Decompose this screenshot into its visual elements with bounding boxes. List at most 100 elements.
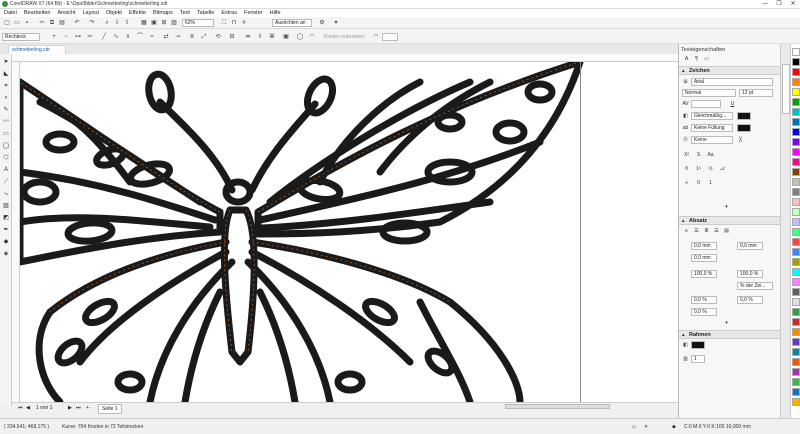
color-swatch[interactable] — [792, 128, 800, 136]
color-swatch[interactable] — [792, 368, 800, 376]
columns-field[interactable]: 1 — [691, 355, 705, 363]
shape-tool-icon[interactable]: ◣ — [2, 70, 10, 78]
strikethrough-icon[interactable]: S — [695, 152, 702, 159]
color-swatch[interactable] — [792, 188, 800, 196]
color-swatch[interactable] — [792, 278, 800, 286]
grid-icon[interactable]: # — [240, 19, 248, 27]
kerning-field[interactable] — [691, 100, 721, 108]
eyedropper-tool-icon[interactable]: ✒ — [2, 226, 10, 234]
character-tab-icon[interactable]: A — [683, 56, 690, 63]
color-swatch[interactable] — [792, 178, 800, 186]
parallel-dimension-icon[interactable]: ⟋ — [2, 178, 10, 186]
maximize-button[interactable]: ❐ — [772, 0, 786, 9]
reflect-vertical-icon[interactable]: ⇳ — [256, 33, 264, 41]
color-swatch[interactable] — [792, 118, 800, 126]
node-add-icon[interactable]: + — [50, 33, 58, 41]
background-fill-icon[interactable]: ab — [682, 125, 689, 132]
smoothness-field[interactable] — [382, 33, 398, 41]
line-spacing-field[interactable]: 100,0 % — [691, 270, 717, 278]
symmetric-node-icon[interactable]: ≈ — [148, 33, 156, 41]
pick-tool-icon[interactable]: ➤ — [2, 58, 10, 66]
columns-icon[interactable]: ▥ — [682, 356, 689, 363]
fill-color-swatch[interactable] — [737, 112, 751, 120]
color-swatch[interactable] — [792, 318, 800, 326]
frame-tab-icon[interactable]: ▭ — [703, 56, 710, 63]
oldstyle-numerals-icon[interactable]: 0 — [695, 180, 702, 187]
space-after-field[interactable]: 0,0 % — [737, 296, 763, 304]
align-nodes-icon[interactable]: ⊟ — [228, 33, 236, 41]
menu-ansicht[interactable]: Ansicht — [57, 9, 75, 17]
add-page-icon[interactable]: + — [86, 404, 89, 412]
outline-width-select[interactable]: Keine — [691, 136, 733, 144]
import-icon[interactable]: ⇩ — [113, 19, 121, 27]
drawing-canvas[interactable] — [20, 62, 678, 402]
export-icon[interactable]: ⇧ — [123, 19, 131, 27]
color-swatch[interactable] — [792, 58, 800, 66]
space-before-field[interactable]: 0,0 % — [691, 296, 717, 304]
tab-object-properties[interactable] — [782, 64, 790, 114]
frame-fill-swatch[interactable] — [691, 341, 705, 349]
full-screen-icon[interactable]: ⛶ — [220, 19, 228, 27]
menu-objekt[interactable]: Objekt — [106, 9, 122, 17]
open-curve-icon[interactable]: ◠ — [308, 33, 316, 41]
zoom-tool-icon[interactable]: ⌕ — [2, 94, 10, 102]
next-page-icon[interactable]: ▶ — [68, 404, 72, 412]
color-swatch[interactable] — [792, 148, 800, 156]
swash-icon[interactable]: 𝒜 — [719, 166, 726, 173]
color-swatch[interactable] — [792, 378, 800, 386]
color-swatch[interactable] — [792, 258, 800, 266]
outline-color-icon[interactable]: ╳ — [737, 137, 744, 144]
reduce-nodes-label[interactable]: Knoten reduzieren — [324, 34, 365, 40]
section-absatz[interactable]: ▴ Absatz — [679, 216, 781, 225]
color-swatch[interactable] — [792, 288, 800, 296]
menu-bitmaps[interactable]: Bitmaps — [153, 9, 173, 17]
superscript-icon[interactable]: X² — [683, 152, 690, 159]
color-swatch[interactable] — [792, 88, 800, 96]
reverse-direction-icon[interactable]: ⇄ — [162, 33, 170, 41]
color-swatch[interactable] — [792, 228, 800, 236]
menu-fenster[interactable]: Fenster — [244, 9, 263, 17]
zoom-level-select[interactable]: 62% — [182, 19, 214, 27]
to-curve-icon[interactable]: ∿ — [112, 33, 120, 41]
color-swatch[interactable] — [792, 308, 800, 316]
interactive-fill-icon[interactable]: ◆ — [2, 238, 10, 246]
page-tab-seite-1[interactable]: Seite 1 — [98, 404, 122, 414]
word-spacing-field[interactable]: 0,0 % — [691, 308, 717, 316]
horizontal-scrollbar[interactable] — [505, 404, 610, 409]
connector-tool-icon[interactable]: ⤷ — [2, 190, 10, 198]
fraction-icon[interactable]: ½ — [707, 166, 714, 173]
vertical-ruler[interactable] — [12, 62, 20, 406]
color-swatch[interactable] — [792, 108, 800, 116]
color-swatch[interactable] — [792, 348, 800, 356]
menu-extras[interactable]: Extras — [221, 9, 237, 17]
ligature-icon[interactable]: ﬁ — [683, 166, 690, 173]
save-icon[interactable]: ▪ — [23, 19, 31, 27]
expand-more-icon[interactable]: ▾ — [723, 204, 730, 211]
small-caps-icon[interactable]: ᴀ — [683, 180, 690, 187]
smart-fill-icon[interactable]: ◈ — [2, 250, 10, 258]
corel-connect-icon[interactable]: ⊞ — [160, 19, 168, 27]
color-swatch[interactable] — [792, 68, 800, 76]
reflect-horizontal-icon[interactable]: ⇹ — [244, 33, 252, 41]
smoothness-icon[interactable]: ◠ — [372, 33, 380, 41]
color-swatch[interactable] — [792, 338, 800, 346]
prev-page-icon[interactable]: ◀ — [26, 404, 30, 412]
menu-bearbeiten[interactable]: Bearbeiten — [24, 9, 51, 17]
tab-schmetterling[interactable]: schmetterling.cdr — [8, 45, 66, 54]
align-none-icon[interactable]: ≡ — [683, 228, 690, 235]
join-nodes-icon[interactable]: ⊶ — [74, 33, 82, 41]
stretch-nodes-icon[interactable]: ⤢ — [200, 33, 208, 41]
section-rahmen[interactable]: ▴ Rahmen — [679, 330, 781, 339]
first-page-icon[interactable]: ⏮ — [18, 404, 23, 412]
close-button[interactable]: ✕ — [786, 0, 800, 9]
snap-to-select[interactable]: Ausrichten an — [272, 19, 312, 27]
menu-hilfe[interactable]: Hilfe — [270, 9, 281, 17]
kerning-icon[interactable]: AV — [682, 101, 689, 108]
background-fill-select[interactable]: Keine Füllung — [691, 124, 733, 132]
new-document-icon[interactable]: ▢ — [3, 19, 11, 27]
align-center-icon[interactable]: ≣ — [703, 228, 710, 235]
publish-pdf-icon[interactable]: ▧ — [170, 19, 178, 27]
indent-first-line-field[interactable]: 0,0 mm — [691, 254, 717, 262]
font-size-field[interactable]: 12 pt — [739, 89, 773, 97]
smooth-node-icon[interactable]: ⌒ — [136, 33, 144, 41]
